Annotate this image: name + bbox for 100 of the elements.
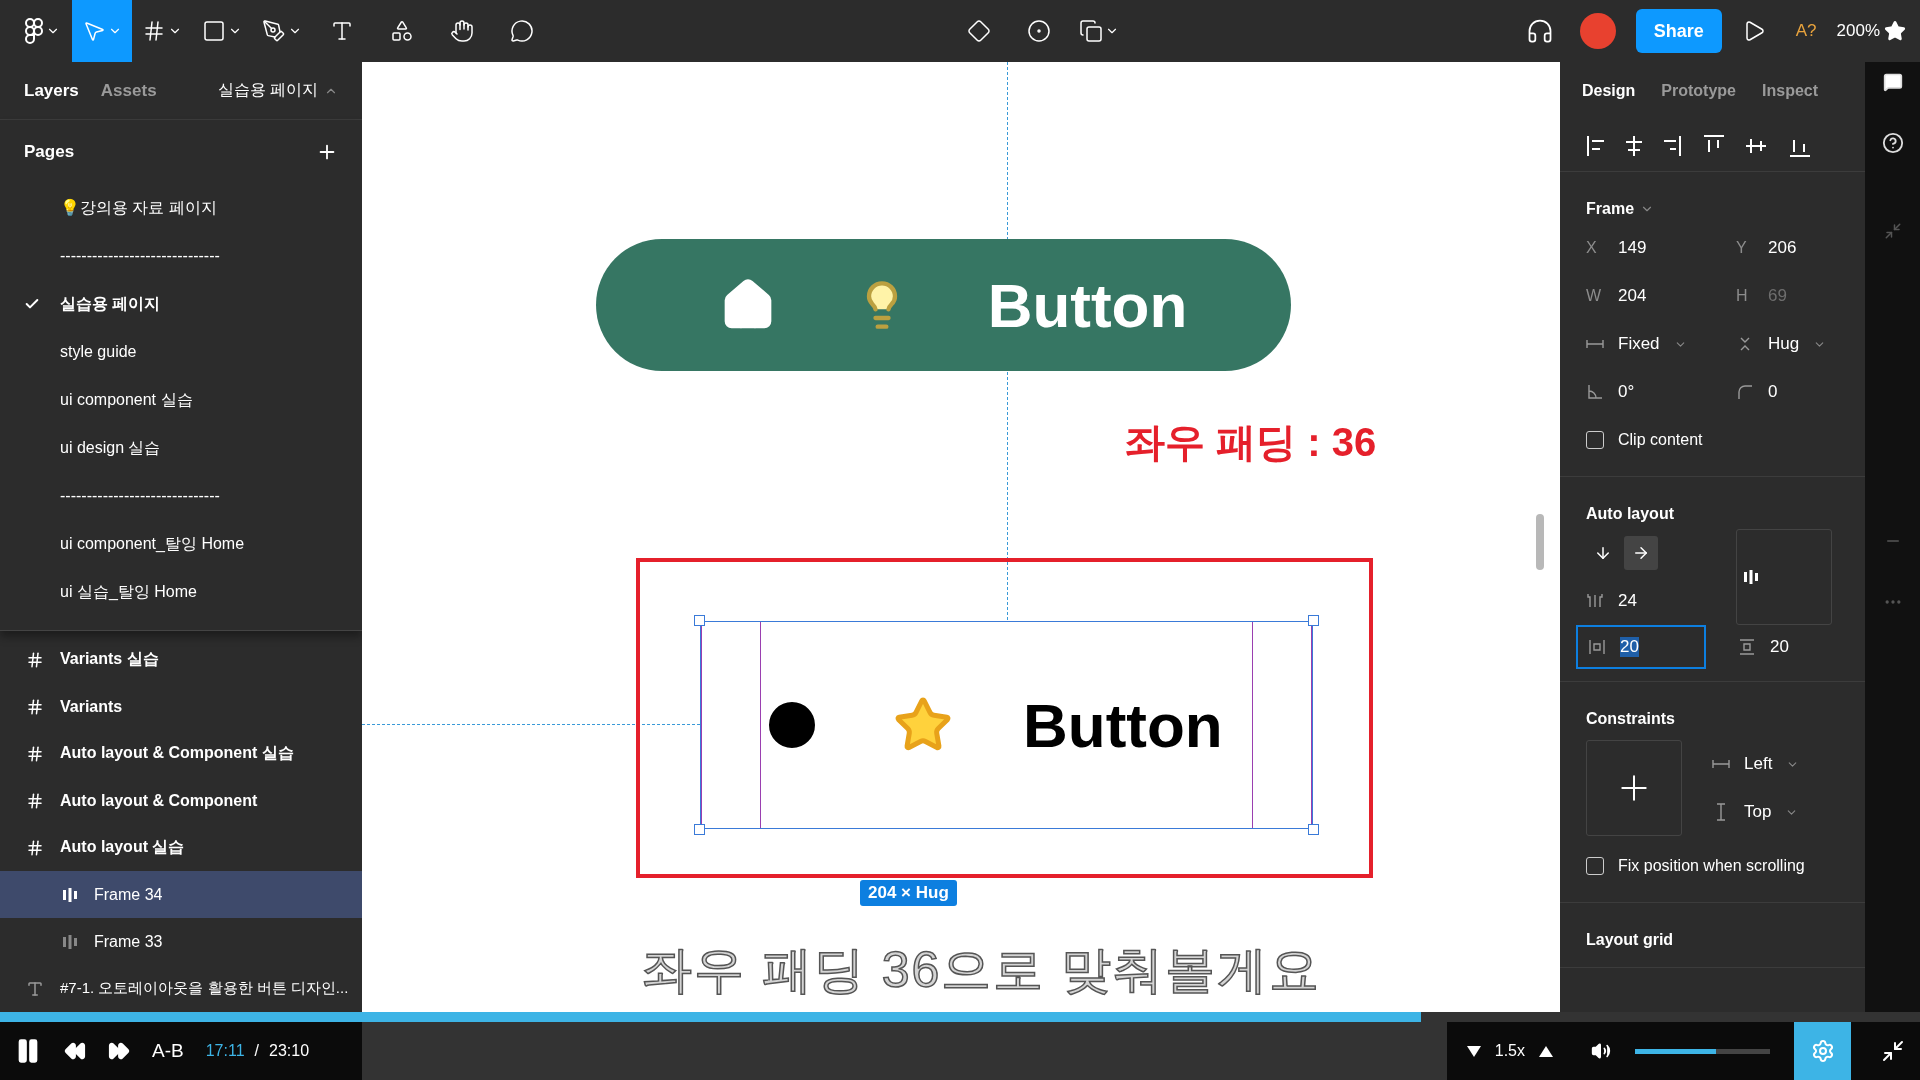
dimension-field[interactable]: X 149 [1586, 224, 1736, 272]
constraint-dropdown[interactable]: Top [1712, 788, 1800, 836]
section-title[interactable]: Frame [1586, 194, 1843, 224]
time-separator: / [254, 1042, 259, 1060]
fix-position-checkbox[interactable]: Fix position when scrolling [1586, 842, 1843, 890]
resize-handle[interactable] [1308, 615, 1319, 626]
auto-layout-icon [62, 886, 78, 903]
arrow-down-icon [1594, 544, 1612, 562]
rotation-field[interactable]: 0° [1586, 368, 1736, 416]
zoom-level[interactable]: 200% [1836, 21, 1880, 41]
spacing-field[interactable]: 24 [1586, 577, 1736, 625]
size-badge: 204 × Hug [860, 880, 957, 906]
direction-button[interactable] [1624, 536, 1658, 570]
spacing-icon [1586, 592, 1604, 610]
panel-tab[interactable]: Design [1582, 82, 1636, 100]
gear-icon [1810, 1039, 1835, 1063]
help-icon[interactable] [1881, 132, 1904, 154]
speed-down-icon[interactable] [1466, 1045, 1481, 1057]
fast-forward-button[interactable] [108, 1040, 130, 1062]
diamond-icon [966, 19, 991, 43]
scrollbar[interactable] [1536, 514, 1544, 570]
volume-icon[interactable] [1591, 1041, 1611, 1061]
layer-item[interactable]: Variants 실습 [0, 636, 362, 683]
layer-item[interactable]: Frame 34 [0, 871, 362, 918]
circle-icon [1026, 19, 1051, 43]
pen-icon [262, 19, 286, 43]
dimension-field[interactable]: W 204 [1586, 272, 1736, 320]
annotation-text: 좌우 패딩 : 36 [1125, 419, 1377, 466]
volume-slider[interactable] [1635, 1048, 1770, 1054]
page-item[interactable]: 💡강의용 자료 페이지 [0, 184, 362, 232]
radius-field[interactable]: 0 [1736, 368, 1856, 416]
playback-speed: 1.5x [1494, 1042, 1525, 1060]
current-time: 17:11 [205, 1042, 245, 1060]
comment-icon[interactable] [1882, 72, 1903, 92]
shrink-arrows-icon [1880, 1039, 1905, 1063]
layer-item[interactable]: Auto layout 실습 [0, 824, 362, 871]
rewind-icon [64, 1040, 86, 1062]
logo-icon [24, 18, 44, 44]
layer-item[interactable]: Auto layout & Component 실습 [0, 730, 362, 777]
page-item[interactable]: 실습용 페이지 [0, 280, 362, 328]
page-item[interactable]: ui 실습_탈잉 Home [0, 568, 362, 616]
section-title[interactable]: Layout grid [1586, 925, 1843, 955]
pages-heading: Pages [24, 142, 75, 162]
user-avatar[interactable] [1579, 13, 1616, 49]
design-canvas[interactable]: Button 좌우 패딩 : 36 Button 204 × Hug 좌우 패딩 36으로 맞춰볼게요 [362, 62, 1560, 1012]
fast-forward-icon [108, 1040, 130, 1062]
angle-icon [1586, 383, 1604, 401]
missing-font-indicator[interactable]: A? [1795, 21, 1817, 41]
auto-layout-icon [62, 933, 78, 950]
cursor-icon [82, 19, 106, 43]
collapse-icon[interactable] [1883, 222, 1902, 240]
layer-item[interactable]: #7-1. 오토레이아웃을 활용한 버튼 디자인... [0, 965, 362, 1012]
horizontal-padding-icon [1588, 638, 1606, 656]
section-title: Auto layout [1586, 504, 1675, 524]
corner-radius-icon [1736, 383, 1754, 401]
hash-icon [26, 838, 44, 857]
page-item[interactable]: ui design 실습 [0, 424, 362, 472]
page-item[interactable]: ------------------------------ [0, 232, 362, 280]
hand-icon [450, 19, 474, 43]
resizing-dropdown[interactable]: Fixed [1586, 320, 1736, 368]
ab-repeat-button[interactable]: A-B [152, 1040, 184, 1062]
resize-handle[interactable] [694, 824, 705, 835]
rewind-button[interactable] [64, 1040, 86, 1062]
selected-frame[interactable]: Button [700, 621, 1313, 829]
padding-field[interactable]: 20 [1726, 625, 1856, 669]
resize-handle[interactable] [694, 615, 705, 626]
clip-content-checkbox[interactable]: Clip content [1586, 416, 1843, 464]
shapes-icon [390, 19, 414, 43]
layer-item[interactable]: Auto layout & Component [0, 777, 362, 824]
layer-item[interactable]: Frame 33 [0, 918, 362, 965]
constraint-dropdown[interactable]: Left [1712, 740, 1800, 788]
panel-tab[interactable]: Assets [100, 80, 157, 101]
auto-layout-icon [1743, 569, 1759, 585]
panel-tab[interactable]: Inspect [1762, 82, 1819, 100]
button-label: Button [1023, 689, 1223, 761]
page-menu[interactable]: 실습용 페이지 [217, 80, 338, 101]
star-icon[interactable] [1884, 20, 1906, 42]
page-item[interactable]: ------------------------------ [0, 472, 362, 520]
comment-icon [510, 19, 534, 43]
padding-field[interactable]: 20 [1576, 625, 1706, 669]
video-subtitle: 좌우 패딩 36으로 맞춰볼게요 [642, 941, 1322, 1000]
panel-tab[interactable]: Prototype [1661, 82, 1736, 100]
resizing-dropdown[interactable]: Hug [1736, 320, 1856, 368]
text-icon [330, 19, 354, 43]
vertical-padding-icon [1738, 638, 1756, 656]
button-label: Button [987, 269, 1188, 341]
page-item[interactable]: style guide [0, 328, 362, 376]
text-icon [26, 979, 44, 998]
dimension-field[interactable]: Y 206 [1736, 224, 1856, 272]
page-item[interactable]: ui component_탈잉 Home [0, 520, 362, 568]
speed-up-icon[interactable] [1539, 1045, 1553, 1057]
video-progress-bar[interactable] [0, 1012, 1920, 1022]
panel-tab[interactable]: Layers [24, 80, 79, 101]
arrow-right-icon [1632, 544, 1650, 562]
resize-handle[interactable] [1308, 824, 1319, 835]
layer-item[interactable]: Variants [0, 683, 362, 730]
hash-icon [26, 697, 44, 716]
hash-icon [26, 791, 44, 810]
hash-icon [142, 19, 166, 43]
page-item[interactable]: ui component 실습 [0, 376, 362, 424]
